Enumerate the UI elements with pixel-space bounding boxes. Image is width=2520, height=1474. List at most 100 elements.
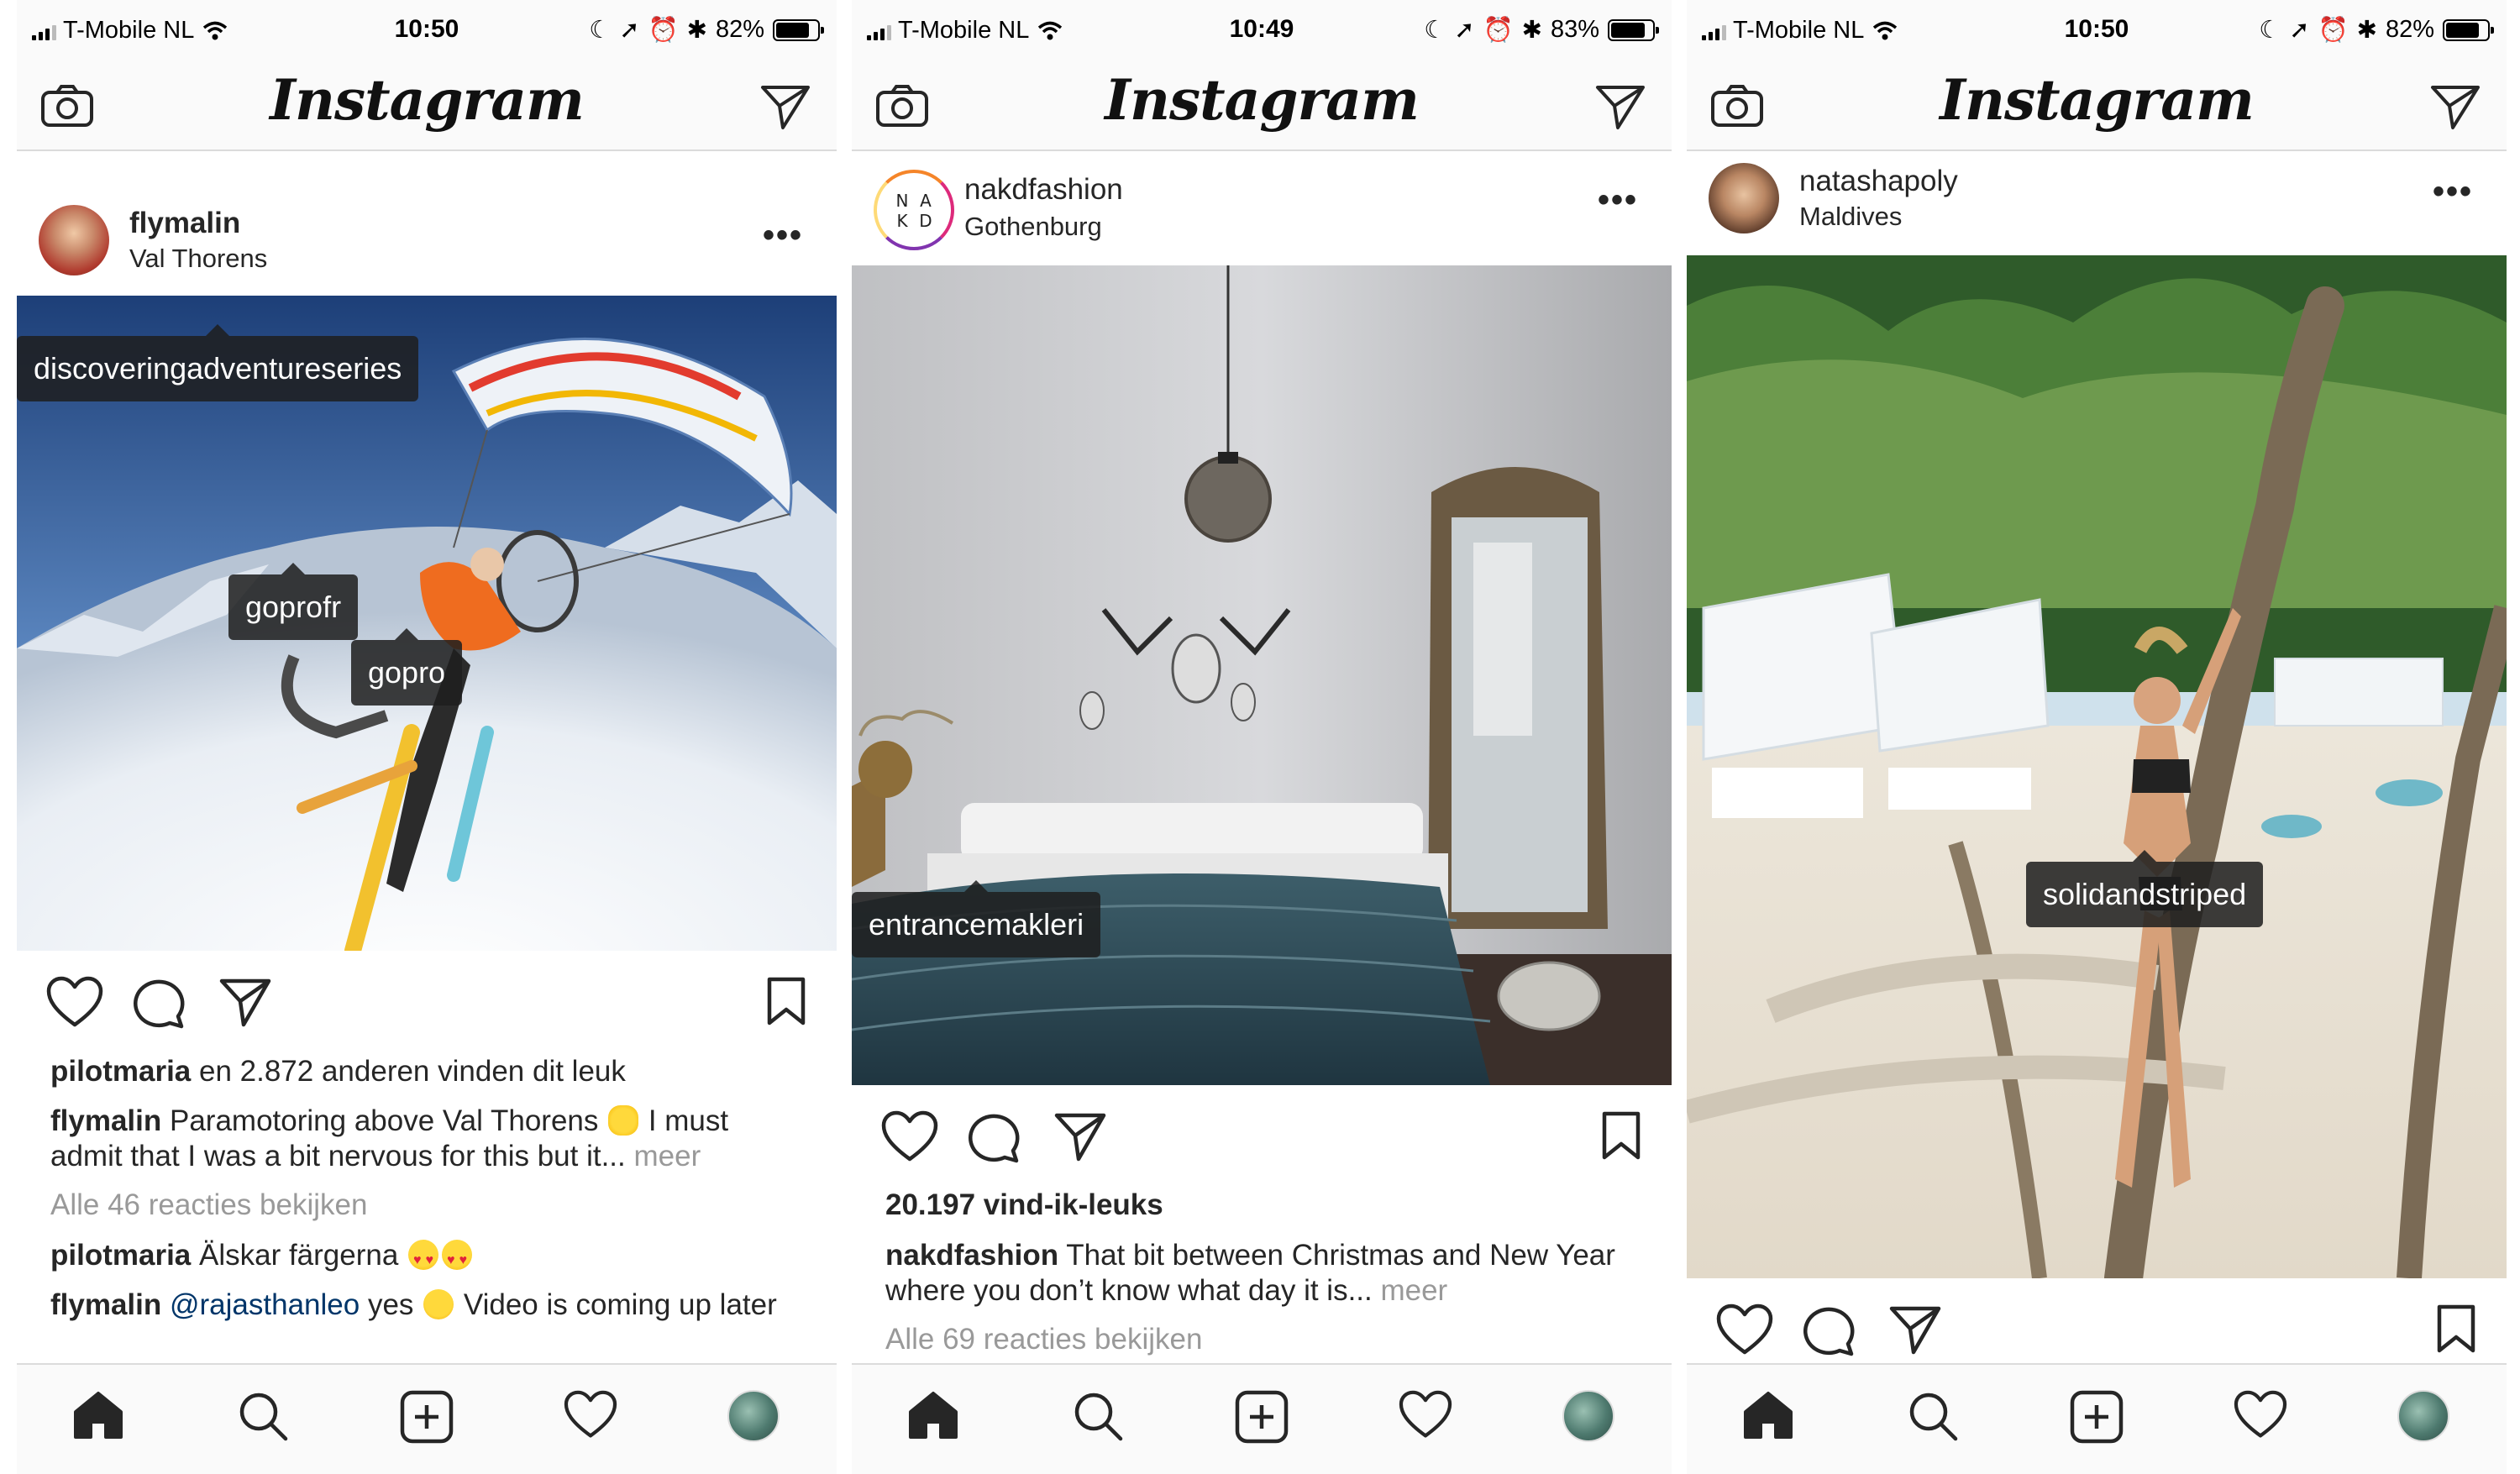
profile-avatar[interactable]	[1562, 1390, 1614, 1442]
battery-icon	[1608, 18, 1659, 41]
activity-heart-icon[interactable]	[1398, 1390, 1453, 1440]
caption: nakdfashion That bit between Christmas a…	[885, 1238, 1641, 1309]
caption-more-link[interactable]: meer	[633, 1140, 701, 1172]
bedroom-photo	[852, 265, 1672, 1085]
alarm-icon: ⏰	[2318, 16, 2349, 44]
phone-screen-natashapoly: T-Mobile NL 10:50 ☾ ➚ ⏰ ✱ 82% Instagram …	[1687, 0, 2507, 1474]
heart-eyes-emoji	[408, 1240, 439, 1278]
likes-count-text[interactable]: en 2.872 anderen vinden dit leuk	[191, 1055, 626, 1088]
post-photo[interactable]: discoveringadventureseries goprofr gopro	[17, 296, 837, 951]
heart-icon[interactable]	[45, 976, 104, 1030]
comment-text: yes	[360, 1288, 423, 1321]
phone-screen-nakdfashion: T-Mobile NL 10:49 ☾ ➚ ⏰ ✱ 83% Instagram …	[852, 0, 1672, 1474]
more-options-button[interactable]: •••	[2433, 173, 2473, 211]
phone-screen-flymalin: T-Mobile NL 10:50 ☾ ➚ ⏰ ✱ 82% Instagram …	[17, 0, 837, 1474]
post-location[interactable]: Val Thorens	[129, 244, 267, 274]
home-icon[interactable]	[907, 1390, 959, 1440]
post-header: flymalin Val Thorens •••	[17, 151, 837, 277]
battery-percent: 83%	[1550, 16, 1599, 43]
battery-fill	[776, 22, 810, 38]
nakd-logo: N A K D	[896, 191, 932, 231]
heart-icon[interactable]	[1715, 1304, 1774, 1357]
post-location[interactable]: Maldives	[1799, 202, 1902, 232]
comment-item: flymalin @rajasthanleo yes Video is comi…	[50, 1288, 806, 1323]
bookmark-icon[interactable]	[1601, 1110, 1641, 1161]
post-actions	[852, 1110, 1672, 1178]
bluetooth-icon: ✱	[686, 17, 707, 44]
top-navigation: Instagram	[17, 60, 837, 151]
heart-eyes-emoji	[442, 1240, 473, 1278]
avatar[interactable]: N A K D	[874, 170, 954, 250]
logo-letter: K	[896, 211, 908, 231]
more-options-button[interactable]: •••	[1598, 181, 1638, 219]
photo-tag[interactable]: goprofr	[228, 563, 359, 640]
status-bar: T-Mobile NL 10:50 ☾ ➚ ⏰ ✱ 82%	[1687, 0, 2507, 60]
battery-percent: 82%	[715, 16, 764, 43]
direct-send-icon[interactable]	[1594, 82, 1646, 131]
caption-more-link[interactable]: meer	[1380, 1274, 1447, 1307]
instagram-logo[interactable]: Instagram	[852, 67, 1672, 133]
direct-send-icon[interactable]	[759, 82, 811, 131]
photo-tag[interactable]: entrancemakleri	[852, 880, 1101, 957]
logo-letter: A	[920, 191, 932, 211]
comment-icon[interactable]	[1801, 1304, 1856, 1357]
profile-avatar[interactable]	[2397, 1390, 2449, 1442]
likes-count[interactable]: 20.197 vind-ik-leuks	[885, 1188, 1641, 1223]
comment-username[interactable]: flymalin	[50, 1288, 161, 1321]
avatar[interactable]	[1709, 163, 1779, 233]
photo-tag[interactable]: gopro	[351, 628, 463, 706]
post-photo[interactable]: solidandstriped	[1687, 255, 2507, 1278]
battery-fill	[1611, 22, 1645, 38]
moon-icon: ☾	[2259, 17, 2281, 44]
avatar[interactable]	[39, 205, 109, 275]
share-icon[interactable]	[218, 976, 272, 1028]
add-post-icon[interactable]	[400, 1390, 454, 1444]
comment-text-continued: Video is coming up later	[455, 1288, 777, 1321]
activity-heart-icon[interactable]	[563, 1390, 618, 1440]
instagram-logo[interactable]: Instagram	[17, 67, 837, 133]
post-username[interactable]: nakdfashion	[964, 173, 1123, 207]
post-header: natashapoly Maldives •••	[1687, 151, 2507, 255]
share-icon[interactable]	[1888, 1304, 1942, 1356]
comment-icon[interactable]	[131, 976, 186, 1030]
direct-send-icon[interactable]	[2429, 82, 2481, 131]
alarm-icon: ⏰	[1483, 16, 1514, 44]
post-username[interactable]: natashapoly	[1799, 165, 1958, 198]
post-username[interactable]: flymalin	[129, 207, 240, 240]
location-arrow-icon: ➚	[1454, 17, 1475, 44]
photo-tag[interactable]: solidandstriped	[2026, 850, 2264, 927]
location-arrow-icon: ➚	[619, 17, 640, 44]
search-icon[interactable]	[1907, 1390, 1959, 1442]
post-location[interactable]: Gothenburg	[964, 212, 1102, 242]
photo-tag[interactable]: discoveringadventureseries	[17, 324, 419, 401]
bottom-tab-bar	[17, 1363, 837, 1474]
activity-heart-icon[interactable]	[2233, 1390, 2288, 1440]
moon-icon: ☾	[1424, 17, 1446, 44]
status-bar: T-Mobile NL 10:50 ☾ ➚ ⏰ ✱ 82%	[17, 0, 837, 60]
post-photo[interactable]: entrancemakleri	[852, 265, 1672, 1085]
bookmark-icon[interactable]	[766, 976, 806, 1026]
share-icon[interactable]	[1053, 1110, 1107, 1162]
comment-username[interactable]: pilotmaria	[50, 1239, 191, 1272]
caption-username[interactable]: flymalin	[50, 1104, 161, 1137]
beach-photo	[1687, 255, 2507, 1278]
add-post-icon[interactable]	[1235, 1390, 1289, 1444]
instagram-logo[interactable]: Instagram	[1687, 67, 2507, 133]
comment-item: pilotmaria Älskar färgerna	[50, 1238, 806, 1278]
search-icon[interactable]	[1072, 1390, 1124, 1442]
caption-username[interactable]: nakdfashion	[885, 1239, 1058, 1272]
mention-link[interactable]: @rajasthanleo	[170, 1288, 360, 1321]
heart-icon[interactable]	[880, 1110, 939, 1164]
comment-icon[interactable]	[966, 1110, 1021, 1164]
bookmark-icon[interactable]	[2436, 1304, 2476, 1354]
like-user-link[interactable]: pilotmaria	[50, 1055, 191, 1088]
view-all-comments-link[interactable]: Alle 69 reacties bekijken	[885, 1322, 1641, 1357]
search-icon[interactable]	[237, 1390, 289, 1442]
view-all-comments-link[interactable]: Alle 46 reacties bekijken	[50, 1188, 806, 1223]
comment-text: Älskar färgerna	[191, 1239, 407, 1272]
more-options-button[interactable]: •••	[763, 217, 803, 254]
home-icon[interactable]	[1742, 1390, 1794, 1440]
home-icon[interactable]	[72, 1390, 124, 1440]
add-post-icon[interactable]	[2070, 1390, 2124, 1444]
profile-avatar[interactable]	[727, 1390, 780, 1442]
